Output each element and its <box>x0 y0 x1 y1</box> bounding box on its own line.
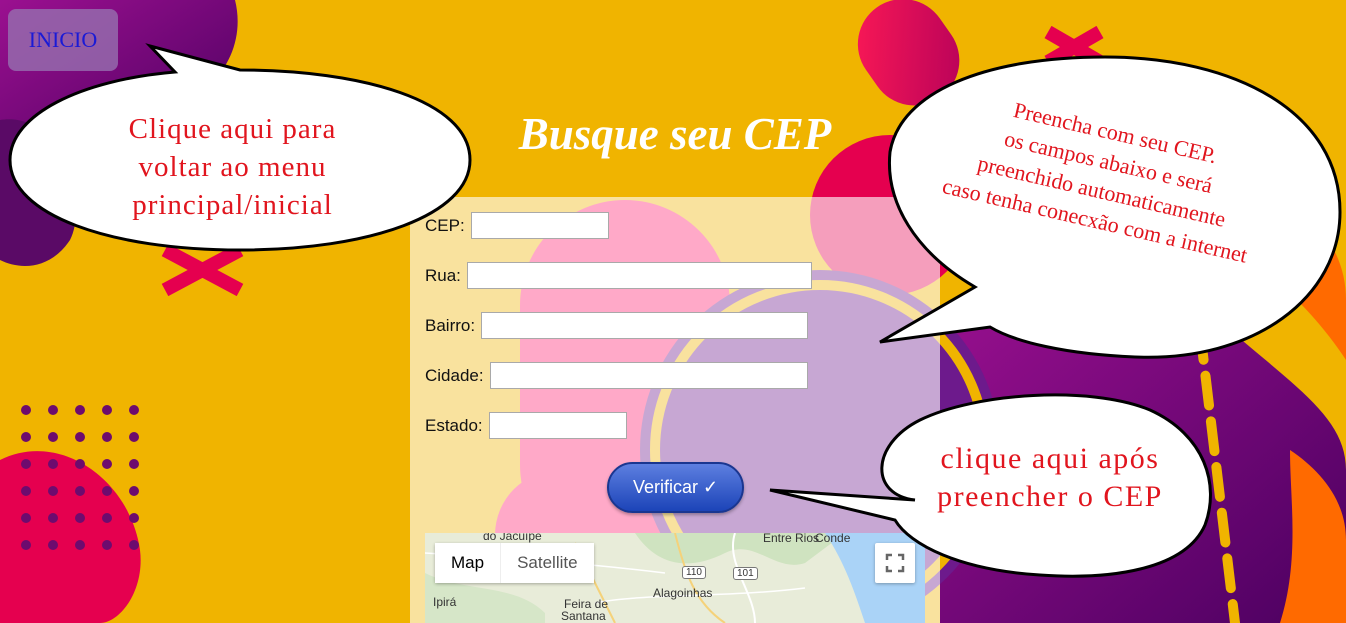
home-hint-line: principal/inicial <box>132 189 333 221</box>
cidade-row: Cidade: <box>425 362 808 389</box>
home-hint-callout: Clique aqui para voltar ao menu principa… <box>0 40 480 255</box>
verify-hint-callout: clique aqui após preencher o CEP <box>760 385 1220 580</box>
fill-hint-callout: Preencha com seu CEP. os campos abaixo e… <box>875 52 1346 367</box>
rua-label: Rua: <box>425 265 461 285</box>
home-hint-line: Clique aqui para <box>128 113 337 145</box>
verify-hint-line: preencher o CEP <box>937 480 1163 513</box>
map-type-satellite-button[interactable]: Satellite <box>500 543 594 583</box>
rua-input[interactable] <box>466 262 812 289</box>
bairro-row: Bairro: <box>425 312 809 339</box>
road-shield-110: 110 <box>682 566 706 579</box>
map-place-label: Alagoinhas <box>653 586 713 600</box>
verify-hint-line: clique aqui após <box>940 442 1160 475</box>
verify-button[interactable]: Verificar ✓ <box>607 462 744 513</box>
map-place-label: Ipirá <box>433 595 457 609</box>
home-hint-line: voltar ao menu <box>138 151 327 183</box>
cep-input[interactable] <box>470 212 609 239</box>
bairro-input[interactable] <box>481 312 809 339</box>
estado-input[interactable] <box>488 412 627 439</box>
estado-label: Estado: <box>425 415 483 435</box>
road-shield-101: 101 <box>733 567 758 580</box>
map-place-label: do Jacuípe <box>483 533 542 543</box>
map-place-label: Santana <box>561 609 606 623</box>
bairro-label: Bairro: <box>425 315 476 335</box>
map-type-toggle: Map Satellite <box>435 543 594 583</box>
cidade-label: Cidade: <box>425 365 484 385</box>
estado-row: Estado: <box>425 412 627 439</box>
map-type-map-button[interactable]: Map <box>435 543 501 583</box>
rua-row: Rua: <box>425 262 812 289</box>
page-title: Busque seu CEP <box>518 109 832 159</box>
